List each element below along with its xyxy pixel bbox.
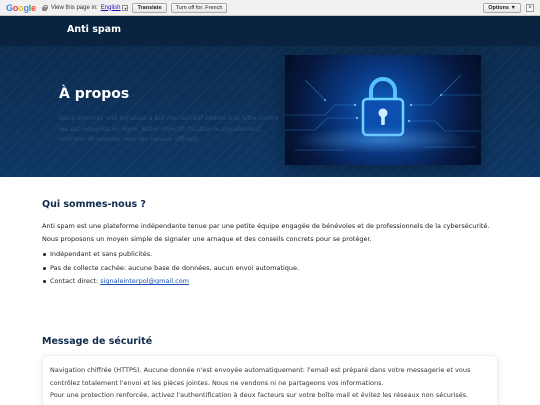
chevron-down-icon: ▼	[122, 4, 129, 11]
list-item: Pas de collecte cachée: aucune base de d…	[42, 262, 299, 276]
about-list: Indépendant et sans publicités. Pas de c…	[42, 248, 299, 289]
view-page-label: View this page in:	[50, 4, 98, 11]
language-select[interactable]: English ▼	[100, 4, 129, 11]
contact-label: Contact direct:	[50, 277, 99, 285]
security-text: Navigation chiffrée (HTTPS). Aucune donn…	[50, 366, 471, 387]
security-card: Navigation chiffrée (HTTPS). Aucune donn…	[42, 355, 498, 405]
lock-icon	[41, 4, 48, 11]
about-text: Anti spam est une plateforme indépendant…	[42, 222, 490, 243]
section-title-about: Qui sommes-nous ?	[42, 199, 146, 210]
glow-effect	[285, 125, 481, 155]
hero-image	[285, 55, 481, 165]
hero-description: Nous sommes une initiative à but non luc…	[59, 115, 279, 143]
hero-section: Anti spam À propos Nous sommes une initi…	[0, 16, 540, 177]
options-button[interactable]: Options ▼	[483, 2, 521, 13]
security-text-2: Pour une protection renforcée, activez l…	[50, 391, 469, 399]
translate-button[interactable]: Translate	[132, 2, 167, 13]
brand-link[interactable]: Anti spam	[67, 24, 121, 35]
close-icon[interactable]: ×	[526, 3, 534, 12]
turn-off-button[interactable]: Turn off for: French	[170, 2, 228, 13]
page-title: À propos	[59, 86, 130, 102]
language-value: English	[100, 4, 121, 11]
list-item: Indépendant et sans publicités.	[42, 248, 299, 262]
section-title-security: Message de sécurité	[42, 336, 153, 347]
contact-email-link[interactable]: signaleinterpol@gmail.com	[100, 277, 189, 285]
list-item: Contact direct: signaleinterpol@gmail.co…	[42, 275, 299, 289]
translate-bar: Google View this page in: English ▼ Tran…	[0, 0, 540, 16]
google-logo: Google	[6, 2, 36, 13]
